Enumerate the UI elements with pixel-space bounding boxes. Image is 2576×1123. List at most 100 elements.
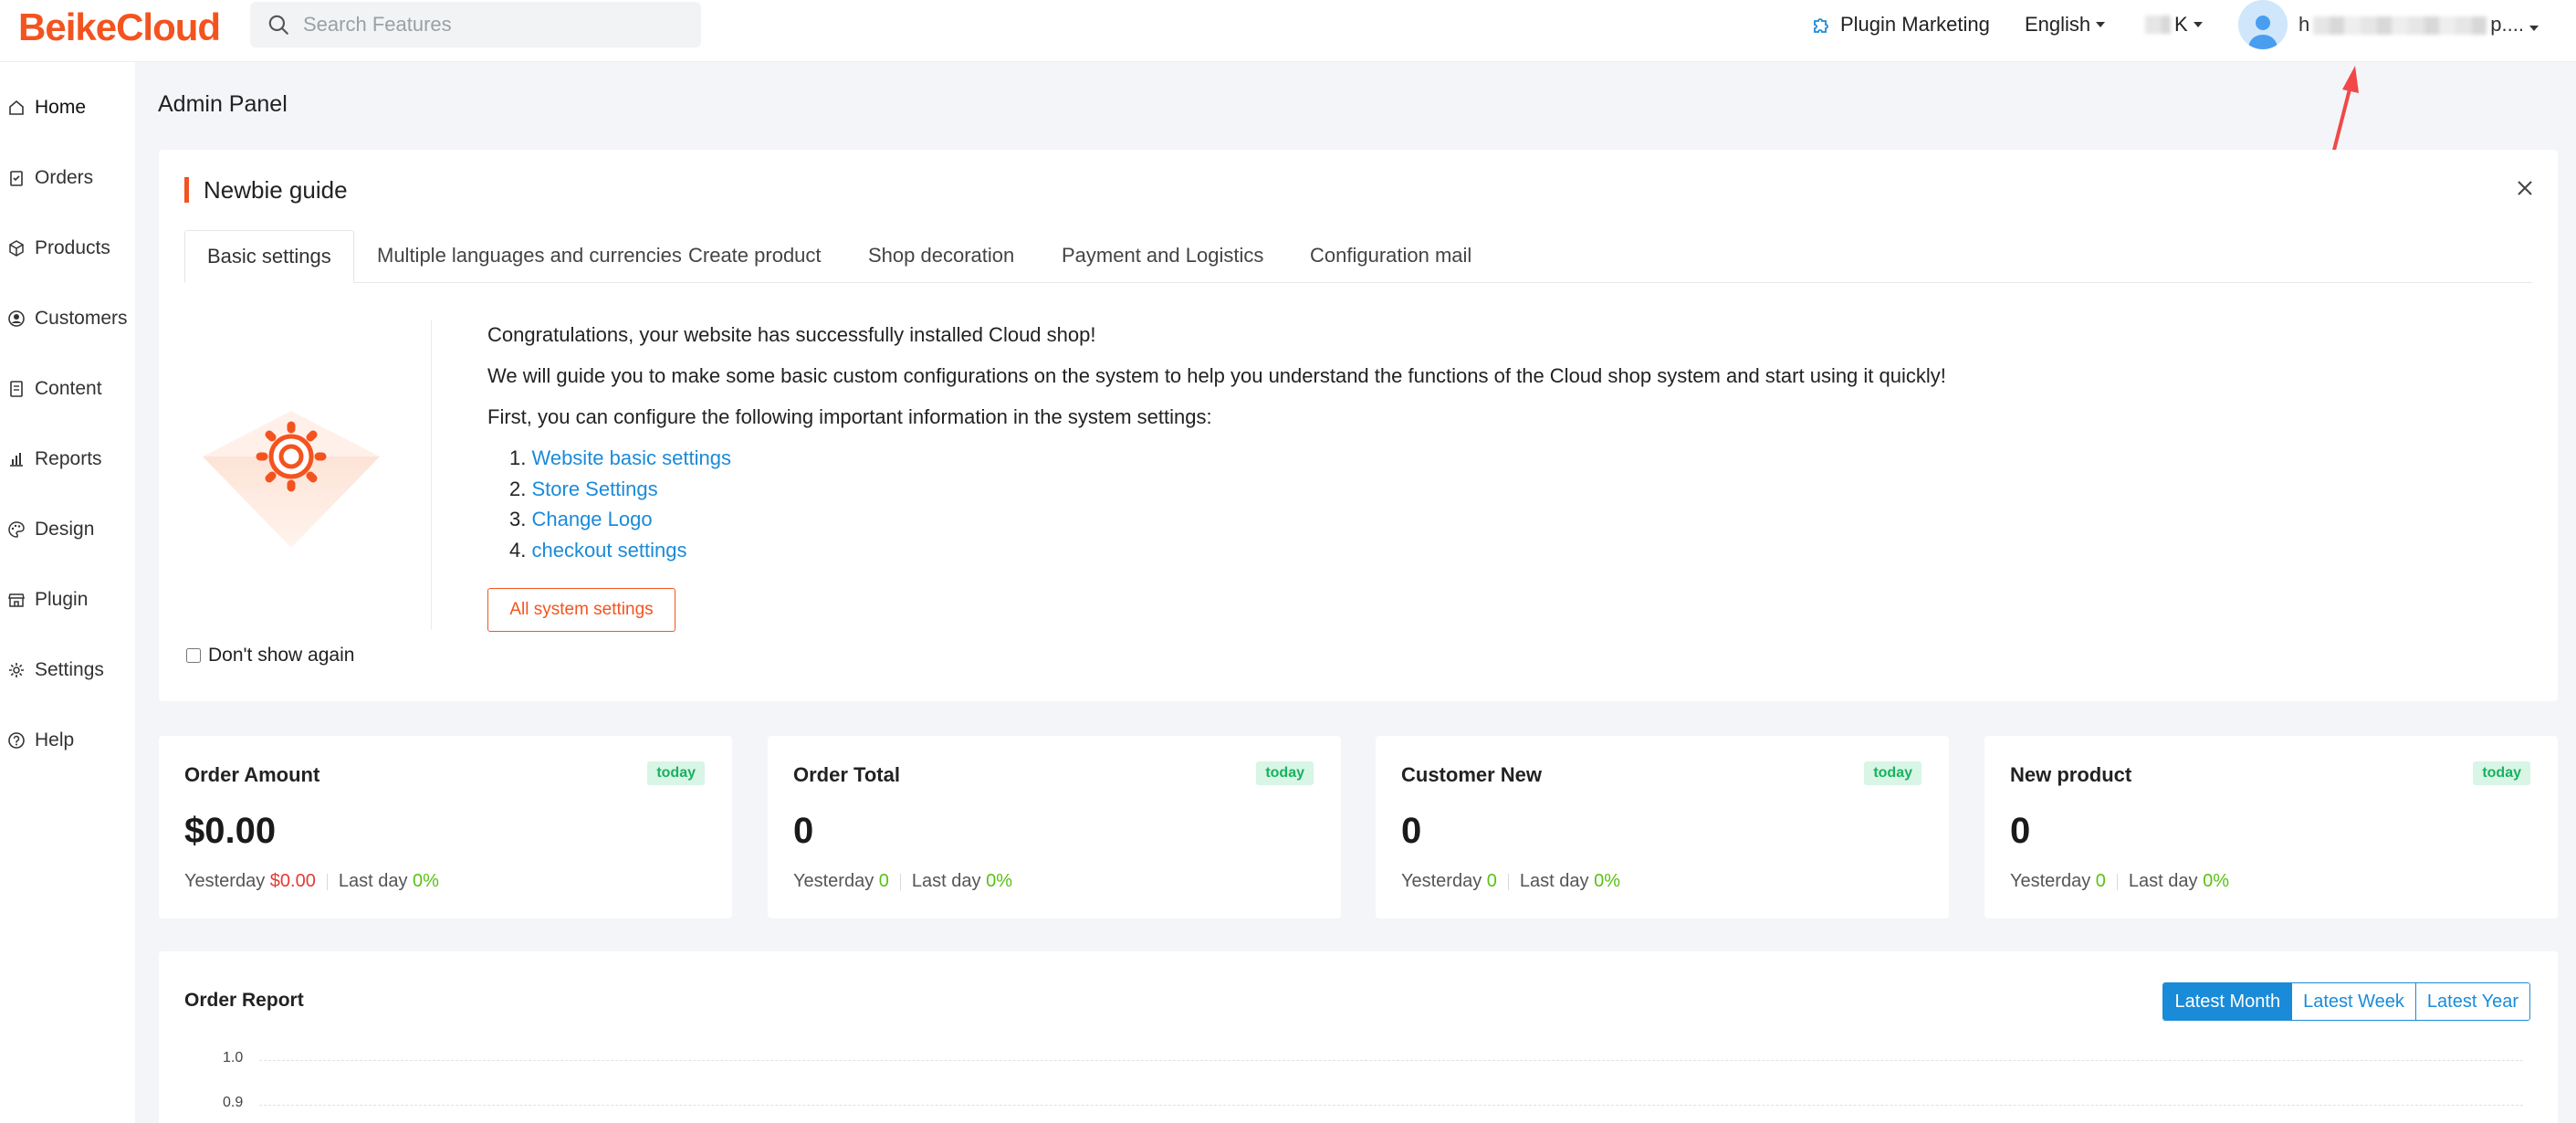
sidebar-item-home[interactable]: Home xyxy=(0,89,135,126)
gear-icon xyxy=(9,663,24,677)
sidebar-item-label: Content xyxy=(35,378,102,399)
gridline xyxy=(259,1060,2523,1061)
close-icon[interactable] xyxy=(2516,179,2534,197)
stat-value: 0 xyxy=(1401,811,1422,851)
change-logo-link[interactable]: Change Logo xyxy=(531,508,652,530)
yesterday-value: 0 xyxy=(878,871,889,891)
app-logo[interactable]: BeikeCloud xyxy=(18,5,221,49)
bar-chart-icon xyxy=(10,453,23,467)
tab-create-product[interactable]: Create product xyxy=(688,230,822,283)
sidebar-item-label: Home xyxy=(35,97,87,118)
search-box[interactable] xyxy=(250,2,701,47)
username-dropdown[interactable]: h p.... xyxy=(2299,13,2539,37)
sidebar-item-label: Reports xyxy=(35,448,102,469)
currency-dropdown[interactable]: K xyxy=(2141,13,2203,37)
latest-year-button[interactable]: Latest Year xyxy=(2415,983,2529,1020)
separator xyxy=(2116,873,2118,890)
divider xyxy=(431,320,432,630)
redacted-text xyxy=(2145,16,2171,34)
stat-card-customer-new: Customer New today 0 Yesterday 0 Last day… xyxy=(1376,736,1949,918)
stat-compare: Yesterday $0.00 Last day 0% xyxy=(184,871,439,892)
sidebar-item-products[interactable]: Products xyxy=(0,230,135,267)
stat-label: Order Amount xyxy=(184,763,320,786)
sidebar-item-content[interactable]: Content xyxy=(0,371,135,407)
list-item: 1. Website basic settings xyxy=(509,446,731,469)
top-header: BeikeCloud Plugin Marketing English K h p… xyxy=(0,0,2576,62)
sidebar-item-orders[interactable]: Orders xyxy=(0,160,135,196)
tab-configuration-mail[interactable]: Configuration mail xyxy=(1310,230,1471,283)
tab-languages-currencies[interactable]: Multiple languages and currencies xyxy=(377,230,682,283)
tab-basic-settings[interactable]: Basic settings xyxy=(184,230,354,283)
latest-month-button[interactable]: Latest Month xyxy=(2163,983,2293,1020)
plugin-marketing-link[interactable]: Plugin Marketing xyxy=(1811,13,1990,37)
sidebar-item-label: Products xyxy=(35,237,110,258)
search-input[interactable] xyxy=(303,13,686,37)
guide-title: Newbie guide xyxy=(184,177,348,203)
today-badge: today xyxy=(1256,761,1314,785)
yesterday-label: Yesterday xyxy=(793,871,874,891)
sidebar-item-label: Plugin xyxy=(35,589,89,610)
sidebar-item-help[interactable]: Help xyxy=(0,722,135,759)
report-title: Order Report xyxy=(184,990,304,1011)
guide-tabs: Basic settings Multiple languages and cu… xyxy=(184,230,2532,283)
sidebar-item-label: Orders xyxy=(35,167,94,188)
stat-value: 0 xyxy=(2010,811,2031,851)
lastday-value: 0% xyxy=(413,871,439,891)
palette-icon xyxy=(8,521,25,538)
lastday-value: 0% xyxy=(986,871,1012,891)
lastday-label: Last day xyxy=(911,871,981,891)
puzzle-icon xyxy=(1814,18,1828,33)
search-icon xyxy=(268,15,288,35)
sidebar-item-customers[interactable]: Customers xyxy=(0,300,135,337)
lastday-label: Last day xyxy=(1519,871,1589,891)
store-settings-link[interactable]: Store Settings xyxy=(531,478,657,500)
tab-payment-logistics[interactable]: Payment and Logistics xyxy=(1062,230,1263,283)
latest-week-button[interactable]: Latest Week xyxy=(2292,983,2416,1020)
sidebar-item-plugin[interactable]: Plugin xyxy=(0,582,135,618)
sidebar-item-design[interactable]: Design xyxy=(0,511,135,548)
page-title: Admin Panel xyxy=(158,91,288,117)
sidebar-item-label: Settings xyxy=(35,659,104,680)
home-icon xyxy=(9,100,24,115)
newbie-guide-card: Newbie guide Basic settings Multiple lan… xyxy=(159,150,2558,701)
today-badge: today xyxy=(2473,761,2530,785)
sidebar-item-settings[interactable]: Settings xyxy=(0,652,135,688)
sidebar-item-label: Design xyxy=(35,519,95,540)
sidebar-item-reports[interactable]: Reports xyxy=(0,441,135,478)
lastday-label: Last day xyxy=(338,871,408,891)
dont-show-label: Don't show again xyxy=(208,645,355,666)
all-system-settings-button[interactable]: All system settings xyxy=(487,588,675,632)
today-badge: today xyxy=(1864,761,1922,785)
yesterday-label: Yesterday xyxy=(1401,871,1482,891)
document-icon xyxy=(10,381,23,397)
order-report-card: Order Report Latest Month Latest Week La… xyxy=(159,951,2558,1123)
dont-show-again[interactable]: Don't show again xyxy=(186,645,354,666)
yesterday-value: 0 xyxy=(2095,871,2106,891)
yesterday-label: Yesterday xyxy=(184,871,266,891)
redacted-text xyxy=(2313,16,2487,36)
user-circle-icon xyxy=(8,310,25,327)
tab-shop-decoration[interactable]: Shop decoration xyxy=(868,230,1014,283)
list-item: 2. Store Settings xyxy=(509,478,658,500)
list-item: 4. checkout settings xyxy=(509,539,687,562)
checkout-settings-link[interactable]: checkout settings xyxy=(531,539,686,562)
user-icon xyxy=(2248,16,2278,49)
avatar[interactable] xyxy=(2238,0,2288,49)
gear-icon xyxy=(256,421,327,492)
stat-card-order-amount: Order Amount today $0.00 Yesterday $0.00… xyxy=(159,736,732,918)
language-dropdown[interactable]: English xyxy=(2025,13,2106,37)
separator xyxy=(1507,873,1509,890)
stat-compare: Yesterday 0 Last day 0% xyxy=(2010,871,2229,892)
yesterday-value: $0.00 xyxy=(269,871,316,891)
lastday-value: 0% xyxy=(2203,871,2229,891)
gridline xyxy=(259,1105,2523,1106)
guide-paragraph: Congratulations, your website has succes… xyxy=(487,323,1096,346)
lastday-label: Last day xyxy=(2128,871,2198,891)
guide-paragraph: First, you can configure the following i… xyxy=(487,405,1212,428)
website-basic-settings-link[interactable]: Website basic settings xyxy=(531,446,730,469)
question-icon xyxy=(8,732,25,749)
dont-show-checkbox[interactable] xyxy=(186,648,201,663)
currency-label: K xyxy=(2174,13,2188,36)
stat-card-new-product: New product today 0 Yesterday 0 Last day … xyxy=(1984,736,2558,918)
caret-down-icon xyxy=(2193,22,2203,27)
